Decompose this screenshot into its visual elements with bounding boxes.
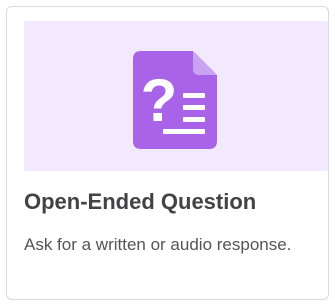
question-type-card-open-ended[interactable]: ? Open-Ended Question Ask for a written … xyxy=(6,6,329,300)
card-title: Open-Ended Question xyxy=(24,189,257,214)
card-description: Ask for a written or audio response. xyxy=(24,235,292,254)
question-document-icon: ? xyxy=(133,51,217,149)
card-thumbnail: ? xyxy=(24,21,328,171)
svg-text:?: ? xyxy=(141,67,178,134)
